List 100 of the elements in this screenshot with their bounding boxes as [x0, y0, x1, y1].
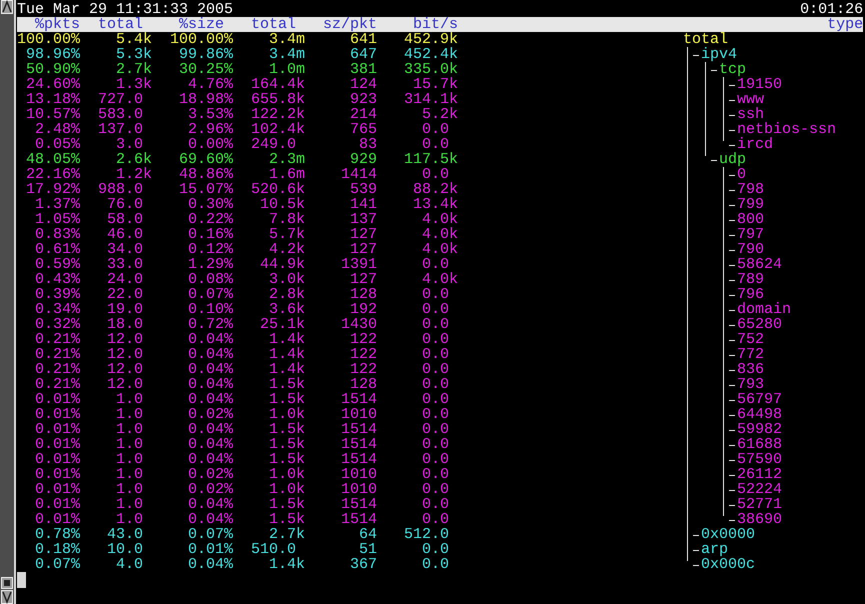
table-cell-text: 4.0k — [420, 212, 458, 227]
table-cell-text: 0.0 — [420, 377, 450, 392]
table-cell-text: 0.0 — [420, 392, 450, 407]
tree-node-label: 58624 — [737, 257, 782, 272]
table-cell-text: 127 — [348, 242, 377, 257]
table-cell-text: 69.60% — [178, 152, 233, 167]
column-header: sz/pkt — [322, 17, 377, 32]
table-cell-text: 367 — [348, 557, 377, 572]
table-cell-text: 4.76% — [186, 77, 233, 92]
table-cell-text: 249.0 — [250, 137, 297, 152]
tree-node-label: tcp — [719, 62, 746, 77]
table-cell-text: 1010 — [340, 482, 377, 497]
table-cell-text: 1391 — [340, 257, 377, 272]
table-cell-text: 1.5k — [268, 437, 305, 452]
table-cell-text: 0.0 — [420, 332, 450, 347]
table-cell-text: 88.2k — [412, 182, 458, 197]
table-cell-text: 12.0 — [106, 347, 144, 362]
tree-node-label: 52771 — [737, 497, 782, 512]
table-cell-text: 0.0 — [420, 317, 450, 332]
table-cell-text: 1.0 — [114, 422, 144, 437]
tree-node-label: ssh — [737, 107, 764, 122]
tree-node-label: 836 — [737, 362, 764, 377]
table-cell-text: 0.0 — [420, 287, 450, 302]
table-cell-text: 0.0 — [420, 437, 450, 452]
table-cell-text: 2.96% — [186, 122, 233, 137]
table-cell-text: 929 — [348, 152, 377, 167]
table-cell-text: 0.21% — [34, 332, 80, 347]
table-cell-text: 25.1k — [258, 317, 305, 332]
table-cell-text: 1.6m — [268, 167, 305, 182]
table-cell-text: 15.07% — [178, 182, 233, 197]
table-cell-text: 0.04% — [186, 452, 233, 467]
table-cell-text: 1414 — [340, 167, 377, 182]
table-cell-text: 1.37% — [34, 197, 80, 212]
table-cell-text: 13.18% — [24, 92, 80, 107]
column-header: bit/s — [412, 17, 458, 32]
table-cell-text: 4.0k — [420, 227, 458, 242]
table-cell-text: 0.04% — [186, 392, 233, 407]
table-cell-text: 22.16% — [24, 167, 80, 182]
table-cell-text: 18.98% — [178, 92, 233, 107]
tree-node-label: 797 — [737, 227, 764, 242]
table-cell-text: 335.0k — [402, 62, 458, 77]
table-cell-text: 46.0 — [106, 227, 144, 242]
table-cell-text: 100.00% — [168, 32, 233, 47]
table-cell-text: 0.0 — [420, 452, 450, 467]
table-cell-text: 1.5k — [268, 512, 305, 527]
table-cell-text: 122 — [348, 332, 377, 347]
table-cell-text: 1.5k — [268, 452, 305, 467]
table-cell-text: 5.4k — [114, 32, 152, 47]
table-cell-text: 0.0 — [420, 497, 450, 512]
tree-node-label: domain — [737, 302, 792, 317]
table-cell-text: 0.01% — [34, 392, 80, 407]
table-cell-text: 1.3k — [114, 77, 152, 92]
table-cell-text: 0.01% — [34, 437, 80, 452]
table-cell-text: 0.10% — [186, 302, 233, 317]
scroll-bar[interactable] — [0, 0, 16, 604]
table-cell-text: 0.59% — [34, 257, 80, 272]
table-cell-text: 988.0 — [96, 182, 144, 197]
table-cell-text: 0.0 — [420, 302, 450, 317]
scroll-stop-icon[interactable] — [1, 577, 13, 589]
table-cell-text: 727.0 — [96, 92, 144, 107]
table-cell-text: 33.0 — [106, 257, 144, 272]
tree-node-label: 19150 — [737, 77, 782, 92]
table-cell-text: 452.9k — [402, 32, 458, 47]
table-cell-text: 117.5k — [402, 152, 458, 167]
table-cell-text: 141 — [348, 197, 377, 212]
table-cell-text: 0.61% — [34, 242, 80, 257]
table-cell-text: 0.0 — [420, 542, 450, 557]
table-cell-text: 1.0 — [114, 467, 144, 482]
table-cell-text: 24.0 — [106, 272, 144, 287]
table-cell-text: 0.0 — [420, 362, 450, 377]
table-cell-text: 1.4k — [268, 557, 305, 572]
table-cell-text: 0.0 — [422, 137, 449, 152]
table-cell-text: 18.0 — [106, 317, 144, 332]
table-cell-text: 1514 — [340, 497, 377, 512]
table-cell-text: 923 — [348, 92, 377, 107]
table-cell-text: 647 — [348, 47, 377, 62]
table-cell-text: 1.5k — [268, 377, 305, 392]
table-cell-text: 3.53% — [186, 107, 233, 122]
tree-node-label: 800 — [737, 212, 764, 227]
table-cell-text: 64 — [358, 527, 377, 542]
table-cell-text: 1.0 — [114, 512, 144, 527]
tree-node-label: 38690 — [737, 512, 782, 527]
scroll-down-icon[interactable] — [1, 590, 13, 604]
table-cell-text: 124 — [348, 77, 377, 92]
table-cell-text: 214 — [348, 107, 377, 122]
table-cell-text: 1.0k — [268, 407, 305, 422]
table-cell-text: 192 — [348, 302, 377, 317]
table-cell-text: 1514 — [340, 437, 377, 452]
table-cell-text: 13.4k — [412, 197, 458, 212]
table-cell-text: 3.4m — [268, 47, 305, 62]
tree-node-label: 65280 — [737, 317, 782, 332]
table-cell-text: 0.0 — [420, 422, 450, 437]
tree-node-label: ipv4 — [701, 47, 738, 62]
table-cell-text: 1.5k — [268, 422, 305, 437]
scroll-up-icon[interactable] — [1, 0, 13, 14]
table-cell-text: 10.57% — [24, 107, 80, 122]
table-cell-text: 0.01% — [34, 452, 80, 467]
table-cell-text: 127 — [348, 272, 377, 287]
table-cell-text: 1.4k — [268, 347, 305, 362]
tree-node-label: arp — [701, 542, 728, 557]
